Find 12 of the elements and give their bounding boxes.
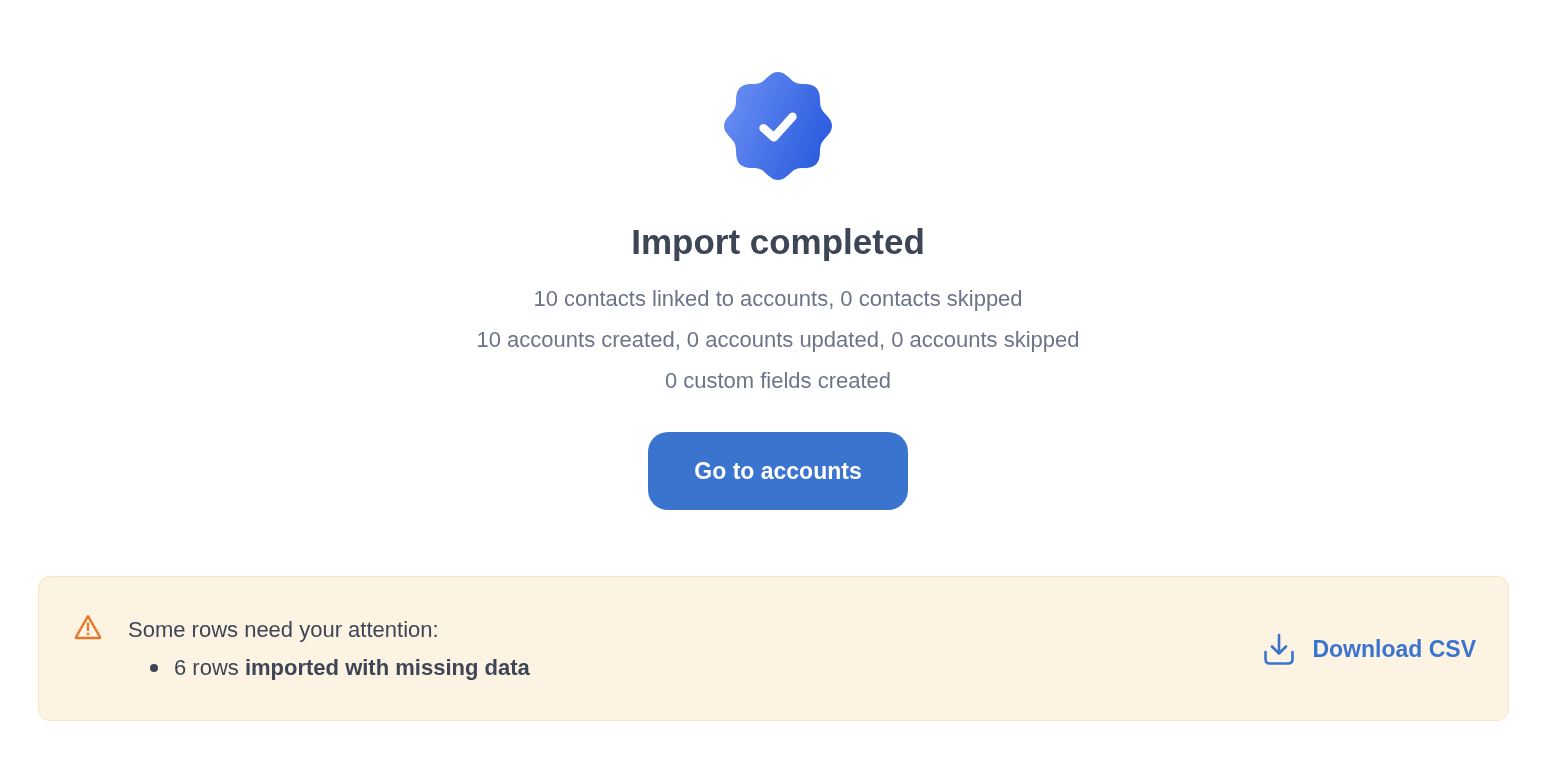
go-to-accounts-button[interactable]: Go to accounts: [648, 432, 908, 510]
warning-icon: [74, 613, 102, 640]
download-csv-link[interactable]: Download CSV: [1263, 633, 1476, 666]
notice-message: Some rows need your attention:: [128, 615, 440, 644]
summary-line: 0 custom fields created: [664, 367, 892, 395]
notice-item: 6 rows imported with missing data: [174, 653, 530, 682]
download-icon: [1263, 633, 1296, 666]
status-title: Import completed: [631, 221, 925, 263]
summary-line: 10 contacts linked to accounts, 0 contacts skipped: [533, 285, 1023, 313]
bullet-icon: [150, 663, 158, 672]
verified-check-badge-icon: [724, 72, 832, 180]
summary-line: 10 accounts created, 0 accounts updated, 0 accounts skipped: [476, 326, 1080, 354]
